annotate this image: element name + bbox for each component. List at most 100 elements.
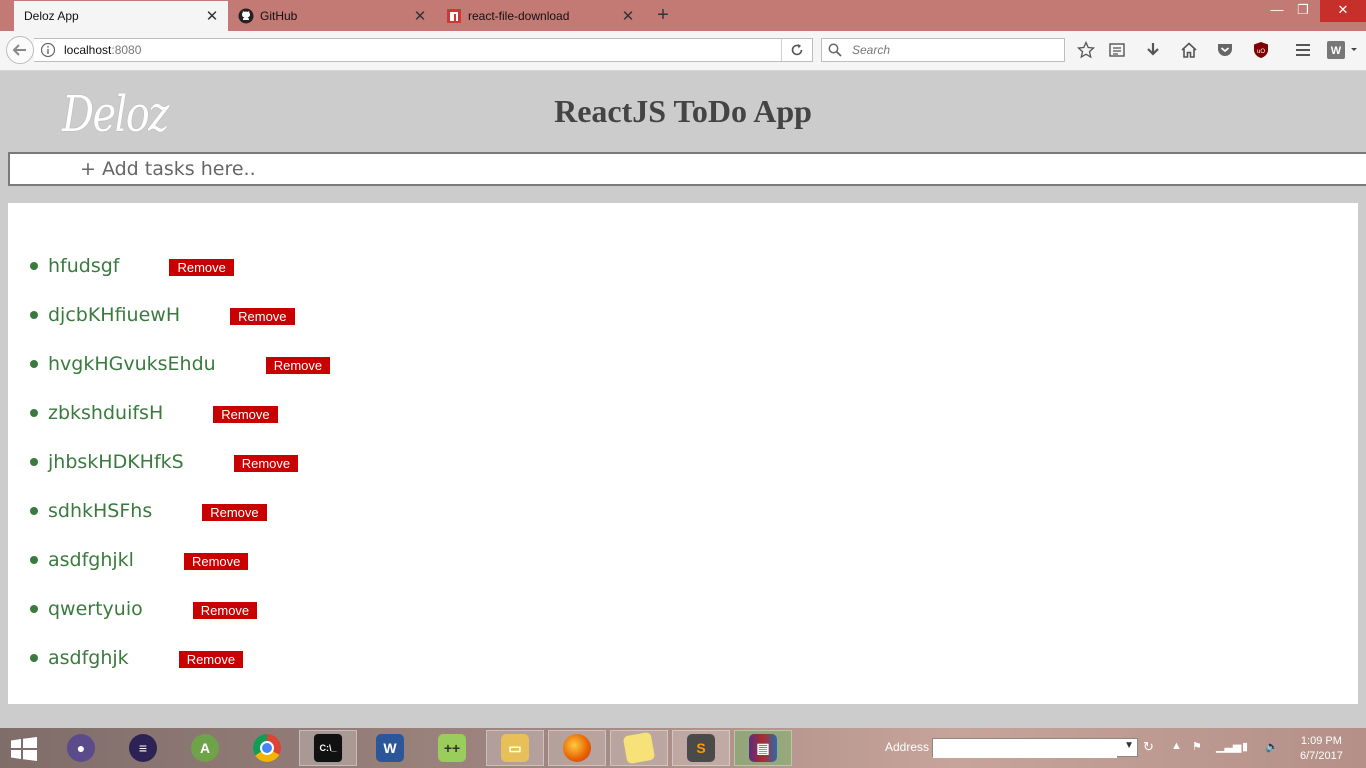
taskbar-command-prompt[interactable]: C:\_: [299, 730, 357, 766]
bullet-icon: [30, 457, 38, 466]
restore-button[interactable]: ❐: [1286, 0, 1320, 22]
back-button[interactable]: [6, 36, 34, 64]
search-bar[interactable]: [821, 38, 1065, 62]
system-clock[interactable]: 1:09 PM 6/7/2017: [1300, 734, 1343, 764]
bullet-icon: [30, 261, 38, 270]
bullet-icon: [30, 604, 38, 613]
github-desktop-icon: ●: [67, 734, 95, 762]
address-refresh-icon[interactable]: ↻: [1143, 739, 1159, 755]
tab-close-icon[interactable]: ✕: [410, 7, 430, 25]
todo-text: hfudsgf: [48, 254, 120, 277]
folder-icon: ▭: [501, 734, 529, 762]
address-toolbar-input[interactable]: [933, 740, 1117, 758]
todo-item: qwertyuio Remove: [8, 584, 330, 633]
tab-deloz-app[interactable]: Deloz App ✕: [14, 0, 228, 31]
taskbar-sublime[interactable]: S: [672, 730, 730, 766]
bookmark-star-icon[interactable]: [1076, 40, 1096, 60]
github-icon: [238, 8, 254, 24]
volume-icon[interactable]: 🔈: [1265, 740, 1279, 753]
todo-text: asdfghjkl: [48, 548, 134, 571]
address-toolbar-field[interactable]: ▼: [932, 738, 1138, 758]
page-title: ReactJS ToDo App: [554, 93, 812, 129]
home-icon[interactable]: [1179, 40, 1199, 60]
todo-text: qwertyuio: [48, 597, 143, 620]
reload-button[interactable]: [781, 39, 812, 61]
todo-item: hvgkHGvuksEhdu Remove: [8, 339, 331, 388]
windows-taskbar: ● ≡ A C:\_ W ++ ▭ S ▤ Address ▼ ↻ ▲ ⚑ ▁▃…: [0, 728, 1366, 768]
remove-button[interactable]: Remove: [265, 357, 331, 374]
close-window-button[interactable]: ✕: [1320, 0, 1366, 22]
taskbar-word[interactable]: W: [361, 730, 419, 766]
tab-title: GitHub: [260, 8, 298, 23]
clock-date: 6/7/2017: [1300, 750, 1343, 762]
download-icon[interactable]: [1143, 40, 1163, 60]
tab-title: react-file-download: [468, 8, 570, 23]
tab-strip: Deloz App ✕ GitHub ✕ react-file-download…: [0, 0, 1366, 31]
tab-react-file-download[interactable]: react-file-download ✕: [436, 0, 644, 31]
todo-text: zbkshduifsH: [48, 401, 164, 424]
remove-button[interactable]: Remove: [202, 504, 267, 521]
taskbar-notepad-plus[interactable]: ++: [423, 730, 481, 766]
firefox-icon: [563, 734, 591, 762]
extension-icon[interactable]: W: [1326, 40, 1358, 60]
menu-icon[interactable]: [1293, 40, 1313, 60]
todo-text: hvgkHGvuksEhdu: [48, 352, 216, 375]
taskbar-file-explorer[interactable]: ▭: [486, 730, 544, 766]
remove-button[interactable]: Remove: [178, 651, 244, 668]
chrome-icon: [253, 734, 281, 762]
clock-time: 1:09 PM: [1300, 735, 1342, 747]
taskbar-chrome[interactable]: [238, 730, 296, 766]
url-bar[interactable]: localhost:8080: [34, 38, 813, 62]
terminal-icon: C:\_: [313, 733, 343, 763]
remove-button[interactable]: Remove: [230, 308, 295, 325]
tab-github[interactable]: GitHub ✕: [228, 0, 436, 31]
todo-text: sdhkHSFhs: [48, 499, 153, 522]
android-studio-icon: A: [191, 734, 219, 762]
remove-button[interactable]: Remove: [233, 455, 299, 472]
action-center-flag-icon[interactable]: ⚑: [1192, 740, 1202, 753]
tab-close-icon[interactable]: ✕: [202, 7, 222, 25]
sublime-text-icon: S: [687, 734, 715, 762]
taskbar-firefox[interactable]: [548, 730, 606, 766]
reload-icon: [791, 44, 803, 56]
search-input[interactable]: [850, 42, 1054, 58]
remove-button[interactable]: Remove: [192, 602, 258, 619]
todo-item: zbkshduifsH Remove: [8, 388, 330, 437]
todo-item: asdfghjkl Remove: [8, 535, 330, 584]
navigation-toolbar: localhost:8080 uO W: [0, 31, 1366, 71]
todo-text: djcbKHfiuewH: [48, 303, 181, 326]
bullet-icon: [30, 506, 38, 515]
add-task-input[interactable]: [8, 152, 1366, 186]
url-host: localhost: [64, 43, 112, 57]
eclipse-icon: ≡: [129, 734, 157, 762]
taskbar-github-desktop[interactable]: ●: [52, 730, 110, 766]
svg-text:uO: uO: [1257, 49, 1265, 55]
new-tab-button[interactable]: +: [652, 4, 674, 26]
taskbar-android-studio[interactable]: A: [176, 730, 234, 766]
reading-list-icon[interactable]: [1107, 40, 1127, 60]
word-icon: W: [376, 734, 404, 762]
taskbar-eclipse[interactable]: ≡: [114, 730, 172, 766]
notepad-plus-icon: ++: [438, 734, 466, 762]
ublock-icon[interactable]: uO: [1251, 40, 1271, 60]
svg-text:W: W: [1331, 45, 1342, 57]
network-signal-icon[interactable]: ▁▃▅: [1216, 740, 1241, 753]
show-hidden-icons-icon[interactable]: ▲: [1171, 740, 1182, 752]
arrow-left-icon: [12, 44, 26, 56]
taskbar-sticky-notes[interactable]: [610, 730, 668, 766]
remove-button[interactable]: Remove: [169, 259, 234, 276]
tab-title: Deloz App: [24, 9, 79, 23]
taskbar-winrar[interactable]: ▤: [734, 730, 792, 766]
bullet-icon: [30, 310, 38, 319]
bullet-icon: [30, 555, 38, 564]
pocket-icon[interactable]: [1215, 40, 1235, 60]
todo-list: hfudsgf Remove djcbKHfiuewH Remove hvgkHGvuk…: [8, 241, 331, 682]
power-icon[interactable]: ▮: [1242, 740, 1248, 753]
remove-button[interactable]: Remove: [213, 406, 278, 423]
windows-start-icon[interactable]: [10, 737, 38, 761]
remove-button[interactable]: Remove: [183, 553, 249, 570]
info-icon[interactable]: [40, 42, 56, 58]
tab-close-icon[interactable]: ✕: [618, 7, 638, 25]
todo-text: asdfghjk: [48, 646, 129, 669]
chevron-down-icon[interactable]: ▼: [1124, 740, 1134, 751]
